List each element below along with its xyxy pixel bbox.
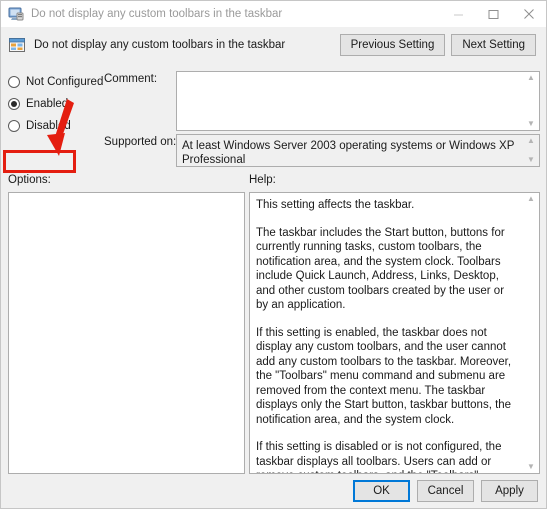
pane-labels: Options: Help: <box>1 171 546 192</box>
annotation-highlight-box <box>3 150 76 173</box>
scroll-down-icon[interactable]: ▼ <box>527 156 535 164</box>
radio-not-configured-mark <box>8 76 20 88</box>
scroll-up-icon[interactable]: ▲ <box>527 74 535 82</box>
supported-on-field: At least Windows Server 2003 operating s… <box>176 134 540 167</box>
radio-not-configured-label: Not Configured <box>26 76 104 88</box>
minimize-icon[interactable] <box>441 1 476 27</box>
apply-button[interactable]: Apply <box>481 480 538 502</box>
radio-enabled-label: Enabled <box>26 98 69 110</box>
radio-disabled-label: Disabled <box>26 120 71 132</box>
policy-setting-window-icon <box>8 6 24 22</box>
setting-state-region: Not Configured Enabled Disabled Comment:… <box>1 63 546 173</box>
help-pane-content: This setting affects the taskbar. The ta… <box>250 193 523 473</box>
help-scrollbar[interactable]: ▲ ▼ <box>523 193 539 473</box>
title-bar: Do not display any custom toolbars in th… <box>1 1 546 27</box>
cancel-button[interactable]: Cancel <box>417 480 474 502</box>
options-pane[interactable] <box>8 192 245 474</box>
supported-on-label: Supported on: <box>104 136 177 148</box>
radio-not-configured[interactable]: Not Configured <box>8 71 103 93</box>
scroll-up-icon[interactable]: ▲ <box>527 137 535 145</box>
dialog-footer: OK Cancel Apply <box>353 477 538 505</box>
supported-on-scrollbar[interactable]: ▲ ▼ <box>523 135 539 166</box>
previous-setting-button[interactable]: Previous Setting <box>339 34 446 56</box>
policy-setting-dialog: Do not display any custom toolbars in th… <box>0 0 547 509</box>
help-paragraph: If this setting is disabled or is not co… <box>256 441 502 473</box>
radio-disabled[interactable]: Disabled <box>8 115 103 137</box>
supported-on-value: At least Windows Server 2003 operating s… <box>177 135 523 166</box>
comment-value[interactable] <box>177 72 523 130</box>
options-label: Options: <box>8 174 51 186</box>
radio-enabled-mark <box>8 98 20 110</box>
window-title: Do not display any custom toolbars in th… <box>31 8 283 20</box>
ok-button[interactable]: OK <box>353 480 410 502</box>
help-pane: This setting affects the taskbar. The ta… <box>249 192 540 474</box>
pane-container: This setting affects the taskbar. The ta… <box>1 192 546 508</box>
comment-scrollbar[interactable]: ▲ ▼ <box>523 72 539 130</box>
setting-title: Do not display any custom toolbars in th… <box>34 39 286 51</box>
radio-enabled[interactable]: Enabled <box>8 93 103 115</box>
window-controls <box>441 1 546 27</box>
comment-input[interactable]: ▲ ▼ <box>176 71 540 131</box>
radio-disabled-mark <box>8 120 20 132</box>
state-radio-group: Not Configured Enabled Disabled <box>8 71 103 137</box>
policy-setting-icon <box>9 37 26 53</box>
setting-header: Do not display any custom toolbars in th… <box>1 27 546 63</box>
next-setting-button[interactable]: Next Setting <box>451 34 536 56</box>
scroll-down-icon[interactable]: ▼ <box>527 120 535 128</box>
scroll-up-icon[interactable]: ▲ <box>527 195 535 203</box>
help-paragraph: If this setting is enabled, the taskbar … <box>256 326 512 426</box>
close-icon[interactable] <box>511 1 546 27</box>
maximize-icon[interactable] <box>476 1 511 27</box>
scroll-down-icon[interactable]: ▼ <box>527 463 535 471</box>
comment-label: Comment: <box>104 73 158 85</box>
help-paragraph: This setting affects the taskbar. <box>256 199 415 211</box>
options-pane-content <box>9 193 244 473</box>
help-label: Help: <box>249 174 276 186</box>
help-paragraph: The taskbar includes the Start button, b… <box>256 226 505 312</box>
